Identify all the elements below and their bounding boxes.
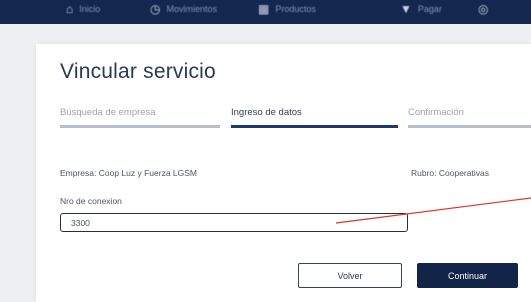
nav-item-products[interactable]: ▦ Productos xyxy=(258,3,316,15)
nav-item-label: Movimientos xyxy=(166,4,217,14)
continue-button[interactable]: Continuar xyxy=(417,263,518,288)
step-data-entry-bar xyxy=(231,125,398,128)
nav-item-pay[interactable]: ▼ Pagar xyxy=(400,3,442,15)
nav-item-home[interactable]: ⌂ Inicio xyxy=(66,3,100,15)
nav-item-profile[interactable]: ◎ xyxy=(478,3,488,15)
step-confirmation-bar xyxy=(408,125,531,128)
step-confirmation-label: Confirmación xyxy=(408,107,464,118)
grid-icon: ▦ xyxy=(258,2,270,16)
nav-item-label: Pagar xyxy=(417,4,442,14)
category-info: Rubro: Cooperativas xyxy=(411,168,489,178)
chevron-down-icon: ▼ xyxy=(400,2,412,16)
home-icon: ⌂ xyxy=(66,2,74,16)
step-company-search-label: Búsqueda de empresa xyxy=(60,107,156,118)
link-service-card: Vincular servicio Búsqueda de empresa In… xyxy=(36,44,531,302)
connection-number-input[interactable] xyxy=(60,213,408,232)
step-company-search-bar xyxy=(60,125,220,128)
user-icon: ◎ xyxy=(478,2,489,16)
step-data-entry-label: Ingreso de datos xyxy=(231,107,302,118)
back-button[interactable]: Volver xyxy=(298,263,402,288)
nav-item-label: Inicio xyxy=(79,4,101,14)
nav-item-movements[interactable]: ◷ Movimientos xyxy=(150,3,217,15)
clock-icon: ◷ xyxy=(150,2,161,16)
top-navigation-bar: ⌂ Inicio ◷ Movimientos ▦ Productos ▼ Pag… xyxy=(0,0,531,24)
connection-number-label: Nro de conexion xyxy=(60,196,122,206)
company-info: Empresa: Coop Luz y Fuerza LGSM xyxy=(60,168,198,178)
nav-item-label: Productos xyxy=(275,4,316,14)
page-title: Vincular servicio xyxy=(60,60,216,83)
